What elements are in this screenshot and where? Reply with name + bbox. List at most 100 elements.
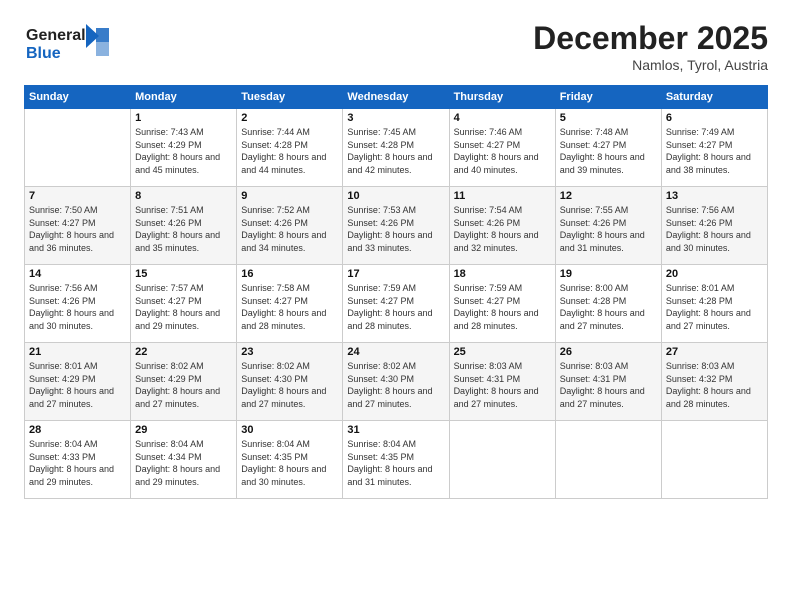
- col-sunday: Sunday: [25, 86, 131, 109]
- calendar-cell-4-1: 21Sunrise: 8:01 AMSunset: 4:29 PMDayligh…: [25, 343, 131, 421]
- sunset-text: Sunset: 4:27 PM: [560, 139, 657, 152]
- day-info: Sunrise: 8:03 AMSunset: 4:32 PMDaylight:…: [666, 360, 763, 410]
- sunrise-text: Sunrise: 7:43 AM: [135, 126, 232, 139]
- day-number: 29: [135, 424, 232, 436]
- sunrise-text: Sunrise: 7:58 AM: [241, 282, 338, 295]
- sunrise-text: Sunrise: 8:02 AM: [347, 360, 444, 373]
- month-title: December 2025: [533, 20, 768, 57]
- calendar-cell-2-4: 10Sunrise: 7:53 AMSunset: 4:26 PMDayligh…: [343, 187, 449, 265]
- sunset-text: Sunset: 4:29 PM: [135, 373, 232, 386]
- daylight-text: Daylight: 8 hours and: [347, 385, 444, 398]
- daylight-text-cont: and 29 minutes.: [29, 476, 126, 489]
- day-number: 3: [347, 112, 444, 124]
- sunset-text: Sunset: 4:35 PM: [347, 451, 444, 464]
- daylight-text-cont: and 45 minutes.: [135, 164, 232, 177]
- week-row-3: 14Sunrise: 7:56 AMSunset: 4:26 PMDayligh…: [25, 265, 768, 343]
- day-number: 22: [135, 346, 232, 358]
- sunset-text: Sunset: 4:26 PM: [241, 217, 338, 230]
- week-row-4: 21Sunrise: 8:01 AMSunset: 4:29 PMDayligh…: [25, 343, 768, 421]
- day-number: 2: [241, 112, 338, 124]
- sunrise-text: Sunrise: 7:55 AM: [560, 204, 657, 217]
- daylight-text: Daylight: 8 hours and: [29, 229, 126, 242]
- day-info: Sunrise: 7:56 AMSunset: 4:26 PMDaylight:…: [29, 282, 126, 332]
- daylight-text: Daylight: 8 hours and: [347, 229, 444, 242]
- daylight-text: Daylight: 8 hours and: [454, 307, 551, 320]
- calendar-cell-3-3: 16Sunrise: 7:58 AMSunset: 4:27 PMDayligh…: [237, 265, 343, 343]
- sunset-text: Sunset: 4:29 PM: [135, 139, 232, 152]
- sunset-text: Sunset: 4:26 PM: [29, 295, 126, 308]
- daylight-text-cont: and 38 minutes.: [666, 164, 763, 177]
- calendar-cell-1-7: 6Sunrise: 7:49 AMSunset: 4:27 PMDaylight…: [661, 109, 767, 187]
- day-number: 10: [347, 190, 444, 202]
- sunrise-text: Sunrise: 7:56 AM: [666, 204, 763, 217]
- week-row-5: 28Sunrise: 8:04 AMSunset: 4:33 PMDayligh…: [25, 421, 768, 499]
- daylight-text: Daylight: 8 hours and: [241, 385, 338, 398]
- daylight-text: Daylight: 8 hours and: [347, 151, 444, 164]
- sunrise-text: Sunrise: 8:02 AM: [241, 360, 338, 373]
- calendar-cell-5-4: 31Sunrise: 8:04 AMSunset: 4:35 PMDayligh…: [343, 421, 449, 499]
- calendar-table: Sunday Monday Tuesday Wednesday Thursday…: [24, 85, 768, 499]
- title-area: December 2025 Namlos, Tyrol, Austria: [533, 20, 768, 73]
- calendar-header: Sunday Monday Tuesday Wednesday Thursday…: [25, 86, 768, 109]
- day-info: Sunrise: 8:03 AMSunset: 4:31 PMDaylight:…: [454, 360, 551, 410]
- daylight-text-cont: and 34 minutes.: [241, 242, 338, 255]
- day-info: Sunrise: 8:00 AMSunset: 4:28 PMDaylight:…: [560, 282, 657, 332]
- daylight-text: Daylight: 8 hours and: [29, 385, 126, 398]
- day-info: Sunrise: 7:55 AMSunset: 4:26 PMDaylight:…: [560, 204, 657, 254]
- sunset-text: Sunset: 4:32 PM: [666, 373, 763, 386]
- calendar-cell-1-3: 2Sunrise: 7:44 AMSunset: 4:28 PMDaylight…: [237, 109, 343, 187]
- day-info: Sunrise: 7:59 AMSunset: 4:27 PMDaylight:…: [347, 282, 444, 332]
- day-number: 19: [560, 268, 657, 280]
- calendar-cell-3-1: 14Sunrise: 7:56 AMSunset: 4:26 PMDayligh…: [25, 265, 131, 343]
- sunrise-text: Sunrise: 8:02 AM: [135, 360, 232, 373]
- sunset-text: Sunset: 4:27 PM: [135, 295, 232, 308]
- location: Namlos, Tyrol, Austria: [533, 57, 768, 73]
- calendar-cell-5-5: [449, 421, 555, 499]
- day-number: 24: [347, 346, 444, 358]
- daylight-text: Daylight: 8 hours and: [454, 151, 551, 164]
- day-info: Sunrise: 8:02 AMSunset: 4:30 PMDaylight:…: [347, 360, 444, 410]
- daylight-text-cont: and 27 minutes.: [454, 398, 551, 411]
- daylight-text: Daylight: 8 hours and: [135, 151, 232, 164]
- daylight-text: Daylight: 8 hours and: [241, 307, 338, 320]
- day-info: Sunrise: 8:04 AMSunset: 4:33 PMDaylight:…: [29, 438, 126, 488]
- day-info: Sunrise: 8:02 AMSunset: 4:30 PMDaylight:…: [241, 360, 338, 410]
- day-number: 26: [560, 346, 657, 358]
- calendar-cell-5-6: [555, 421, 661, 499]
- calendar-cell-4-7: 27 Sunrise: 8:03 AMSunset: 4:32 PMDayligh…: [661, 343, 767, 421]
- col-monday: Monday: [131, 86, 237, 109]
- calendar-cell-2-6: 12 Sunrise: 7:55 AMSunset: 4:26 PMDayligh…: [555, 187, 661, 265]
- sunrise-text: Sunrise: 7:51 AM: [135, 204, 232, 217]
- daylight-text-cont: and 28 minutes.: [666, 398, 763, 411]
- daylight-text-cont: and 27 minutes.: [666, 320, 763, 333]
- daylight-text-cont: and 44 minutes.: [241, 164, 338, 177]
- sunrise-text: Sunrise: 7:52 AM: [241, 204, 338, 217]
- sunrise-text: Sunrise: 7:50 AM: [29, 204, 126, 217]
- sunrise-text: Sunrise: 8:01 AM: [29, 360, 126, 373]
- sunset-text: Sunset: 4:27 PM: [454, 295, 551, 308]
- header-row: Sunday Monday Tuesday Wednesday Thursday…: [25, 86, 768, 109]
- sunset-text: Sunset: 4:27 PM: [347, 295, 444, 308]
- sunset-text: Sunset: 4:33 PM: [29, 451, 126, 464]
- calendar-cell-2-5: 11Sunrise: 7:54 AMSunset: 4:26 PMDayligh…: [449, 187, 555, 265]
- calendar-cell-5-2: 29Sunrise: 8:04 AMSunset: 4:34 PMDayligh…: [131, 421, 237, 499]
- day-number: 9: [241, 190, 338, 202]
- day-number: 31: [347, 424, 444, 436]
- daylight-text-cont: and 30 minutes.: [666, 242, 763, 255]
- daylight-text: Daylight: 8 hours and: [241, 463, 338, 476]
- sunset-text: Sunset: 4:30 PM: [347, 373, 444, 386]
- daylight-text: Daylight: 8 hours and: [241, 151, 338, 164]
- daylight-text-cont: and 36 minutes.: [29, 242, 126, 255]
- svg-text:Blue: Blue: [26, 45, 61, 62]
- calendar-cell-3-5: 18Sunrise: 7:59 AMSunset: 4:27 PMDayligh…: [449, 265, 555, 343]
- day-info: Sunrise: 7:45 AMSunset: 4:28 PMDaylight:…: [347, 126, 444, 176]
- day-number: 4: [454, 112, 551, 124]
- day-info: Sunrise: 7:54 AMSunset: 4:26 PMDaylight:…: [454, 204, 551, 254]
- calendar-cell-1-6: 5Sunrise: 7:48 AMSunset: 4:27 PMDaylight…: [555, 109, 661, 187]
- sunrise-text: Sunrise: 8:04 AM: [135, 438, 232, 451]
- sunset-text: Sunset: 4:28 PM: [666, 295, 763, 308]
- day-number: 27: [666, 346, 763, 358]
- day-number: 12: [560, 190, 657, 202]
- day-number: 17: [347, 268, 444, 280]
- daylight-text: Daylight: 8 hours and: [454, 385, 551, 398]
